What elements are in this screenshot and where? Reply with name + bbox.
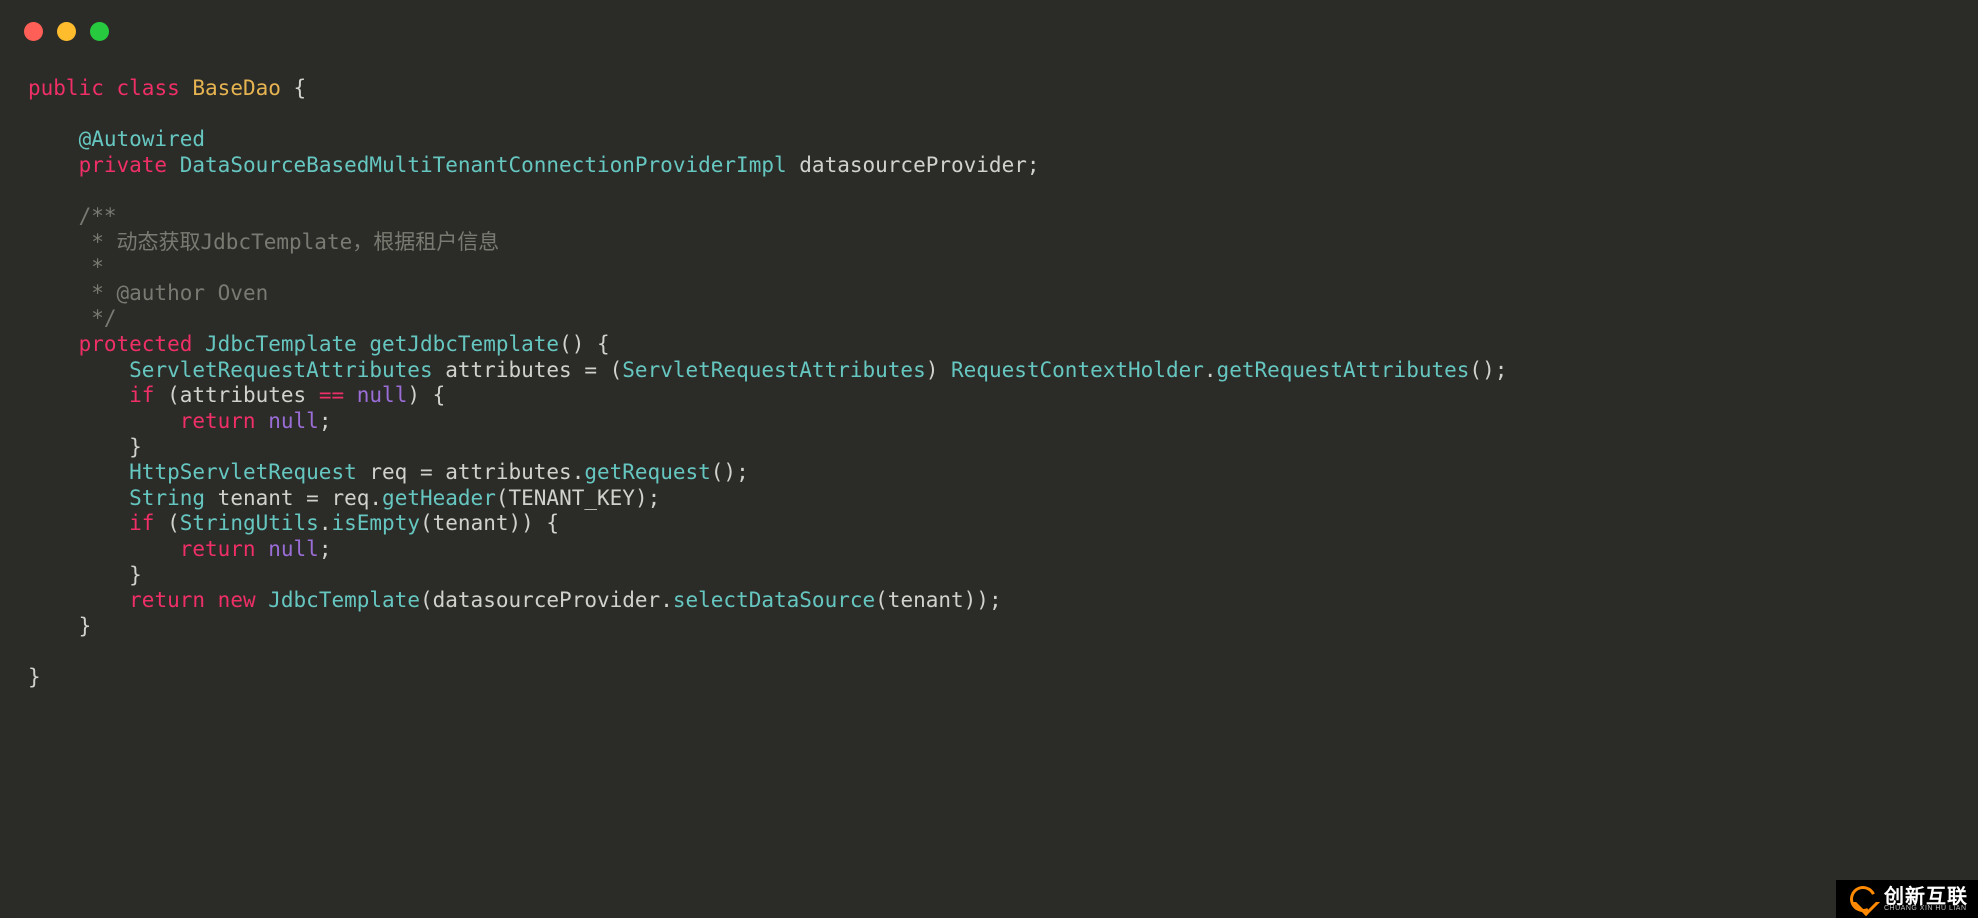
code-window: public class BaseDao { @Autowired privat… [0, 0, 1978, 918]
comment: * 动态获取JdbcTemplate，根据租户信息 [79, 230, 500, 254]
null-literal: null [357, 383, 408, 407]
end: (); [1469, 358, 1507, 382]
parens: () [559, 332, 584, 356]
dot: . [319, 511, 332, 535]
watermark-text: 创新互联 [1884, 887, 1968, 907]
brand-icon [1850, 886, 1876, 912]
semicolon: ; [319, 537, 332, 561]
keyword-if: if [129, 511, 154, 535]
paren: (tenant)) { [420, 511, 559, 535]
assign: = [572, 358, 610, 382]
paren: (datasourceProvider. [420, 588, 673, 612]
keyword-return: return [180, 537, 256, 561]
identifier: req [369, 460, 407, 484]
type: DataSourceBasedMultiTenantConnectionProv… [180, 153, 787, 177]
paren: ( [154, 383, 179, 407]
method-call: selectDataSource [673, 588, 875, 612]
brace: } [28, 665, 41, 689]
semicolon: ; [319, 409, 332, 433]
keyword-return: return [129, 588, 205, 612]
type: RequestContextHolder [951, 358, 1204, 382]
keyword-if: if [129, 383, 154, 407]
paren: ( [154, 511, 179, 535]
semicolon: ; [1027, 153, 1040, 177]
brace: } [129, 563, 142, 587]
type: JdbcTemplate [205, 332, 357, 356]
constant: TENANT_KEY [509, 486, 635, 510]
traffic-lights [24, 22, 109, 41]
brace: } [129, 435, 142, 459]
class-name: BaseDao [192, 76, 281, 100]
keyword-return: return [180, 409, 256, 433]
annotation: @Autowired [79, 127, 205, 151]
minimize-icon[interactable] [57, 22, 76, 41]
paren: (tenant)); [875, 588, 1001, 612]
comment: /** [79, 204, 117, 228]
null-literal: null [268, 409, 319, 433]
paren: ( [610, 358, 623, 382]
keyword-class: class [117, 76, 180, 100]
type: String [129, 486, 205, 510]
brace: } [79, 614, 92, 638]
keyword-new: new [218, 588, 256, 612]
watermark-subtext: CHUANG XIN HU LIAN [1884, 905, 1968, 912]
close-icon[interactable] [24, 22, 43, 41]
mid: = attributes. [407, 460, 584, 484]
operator: == [306, 383, 357, 407]
keyword-public: public [28, 76, 104, 100]
type: HttpServletRequest [129, 460, 357, 484]
identifier: attributes [180, 383, 306, 407]
paren: ) { [407, 383, 445, 407]
method-call: isEmpty [331, 511, 420, 535]
identifier: datasourceProvider [799, 153, 1027, 177]
dot: . [1204, 358, 1217, 382]
end: (); [711, 460, 749, 484]
code-block: public class BaseDao { @Autowired privat… [28, 76, 1950, 691]
method-call: getRequestAttributes [1217, 358, 1470, 382]
mid: = req. [294, 486, 383, 510]
brace: { [281, 76, 306, 100]
watermark: 创新互联 CHUANG XIN HU LIAN [1836, 880, 1978, 918]
zoom-icon[interactable] [90, 22, 109, 41]
brace: { [584, 332, 609, 356]
type: StringUtils [180, 511, 319, 535]
identifier: attributes [445, 358, 571, 382]
method-call: getHeader [382, 486, 496, 510]
method-name: getJdbcTemplate [369, 332, 559, 356]
paren: ); [635, 486, 660, 510]
type: ServletRequestAttributes [622, 358, 925, 382]
type: JdbcTemplate [256, 588, 420, 612]
comment: */ [79, 306, 117, 330]
paren: ( [496, 486, 509, 510]
keyword-private: private [79, 153, 168, 177]
paren: ) [926, 358, 951, 382]
keyword-protected: protected [79, 332, 193, 356]
identifier: tenant [218, 486, 294, 510]
comment: * @author Oven [79, 281, 269, 305]
comment: * [79, 255, 104, 279]
type: ServletRequestAttributes [129, 358, 432, 382]
null-literal: null [268, 537, 319, 561]
method-call: getRequest [584, 460, 710, 484]
